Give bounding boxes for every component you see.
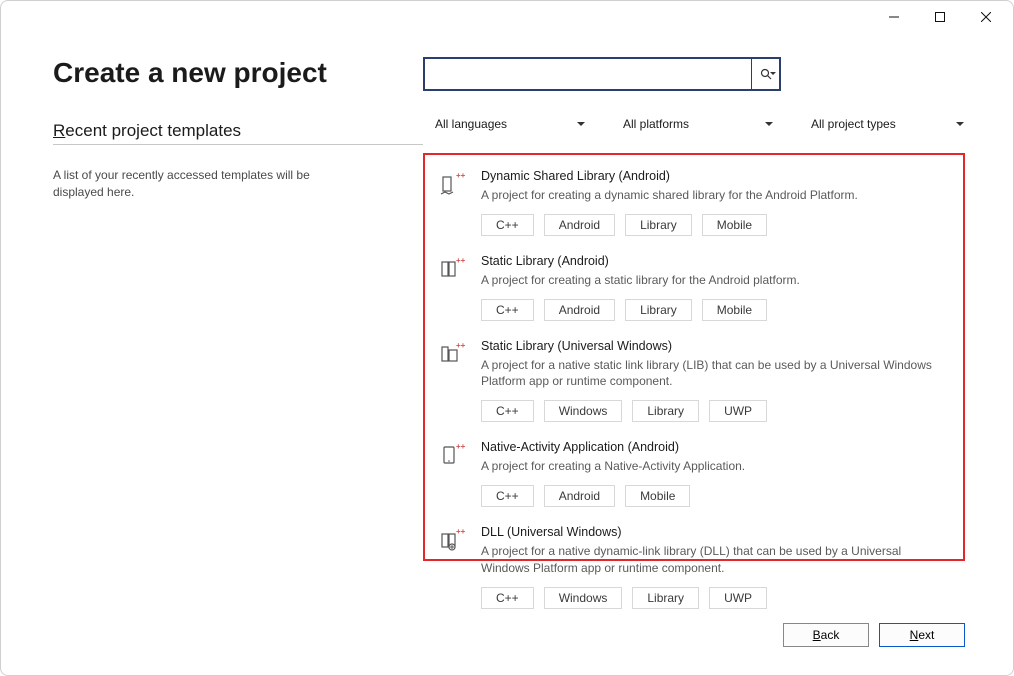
filter-platforms-label: All platforms	[623, 117, 689, 131]
chevron-down-icon	[956, 122, 964, 126]
minimize-icon	[889, 12, 899, 22]
native-app-icon: ++	[439, 440, 467, 513]
close-icon	[981, 12, 991, 22]
template-tag: C++	[481, 400, 534, 422]
template-description: A project for creating a static library …	[481, 272, 953, 289]
template-tag: Android	[544, 299, 615, 321]
filter-types-label: All project types	[811, 117, 896, 131]
template-tag: Library	[625, 214, 692, 236]
template-description: A project for a native dynamic-link libr…	[481, 543, 953, 577]
template-body: DLL (Universal Windows) A project for a n…	[481, 525, 953, 615]
titlebar	[1, 1, 1013, 33]
filter-project-types[interactable]: All project types	[811, 113, 964, 135]
template-tag: Library	[632, 587, 699, 609]
template-tags: C++ Android Library Mobile	[481, 214, 953, 236]
filter-languages[interactable]: All languages	[435, 113, 585, 135]
template-title: Static Library (Universal Windows)	[481, 339, 953, 353]
search-box	[423, 57, 781, 91]
maximize-icon	[935, 12, 945, 22]
template-tag: Library	[632, 400, 699, 422]
template-tags: C++ Android Mobile	[481, 485, 953, 507]
svg-text:++: ++	[456, 256, 466, 265]
template-description: A project for creating a dynamic shared …	[481, 187, 953, 204]
search-icon	[760, 68, 772, 80]
template-tag: UWP	[709, 587, 767, 609]
template-title: Native-Activity Application (Android)	[481, 440, 953, 454]
filter-languages-label: All languages	[435, 117, 507, 131]
chevron-down-icon	[577, 122, 585, 126]
template-tag: C++	[481, 587, 534, 609]
svg-text:++: ++	[456, 341, 466, 350]
template-tag: Mobile	[702, 214, 767, 236]
template-tags: C++ Android Library Mobile	[481, 299, 953, 321]
chevron-down-icon	[765, 122, 773, 126]
svg-text:++: ++	[456, 527, 466, 536]
template-title: Static Library (Android)	[481, 254, 953, 268]
template-item[interactable]: ++ Native-Activity Application (Android)…	[439, 436, 953, 517]
template-tag: Mobile	[625, 485, 690, 507]
template-title: Dynamic Shared Library (Android)	[481, 169, 953, 183]
template-tag: Mobile	[702, 299, 767, 321]
template-description: A project for creating a Native-Activity…	[481, 458, 953, 475]
template-tag: C++	[481, 299, 534, 321]
template-tag: C++	[481, 485, 534, 507]
template-body: Static Library (Universal Windows) A proj…	[481, 339, 953, 429]
filter-platforms[interactable]: All platforms	[623, 113, 773, 135]
dialog-window: Create a new project Recent project temp…	[0, 0, 1014, 676]
next-button[interactable]: Next	[879, 623, 965, 647]
recent-templates-description: A list of your recently accessed templat…	[53, 167, 333, 202]
dll-uwp-icon: ++	[439, 525, 467, 615]
page-title: Create a new project	[53, 57, 423, 89]
svg-text:++: ++	[456, 442, 466, 451]
lib-uwp-icon: ++	[439, 339, 467, 429]
template-description: A project for a native static link libra…	[481, 357, 953, 391]
template-body: Static Library (Android) A project for cr…	[481, 254, 953, 327]
template-body: Native-Activity Application (Android) A p…	[481, 440, 953, 513]
template-tag: Windows	[544, 587, 623, 609]
template-tags: C++ Windows Library UWP	[481, 400, 953, 422]
lib-share-icon: ++	[439, 169, 467, 242]
lib-static-icon: ++	[439, 254, 467, 327]
template-tag: UWP	[709, 400, 767, 422]
recent-templates-header: Recent project templates	[53, 121, 423, 145]
search-dropdown-button[interactable]	[751, 59, 779, 89]
template-item[interactable]: ++ Static Library (Universal Windows) A p…	[439, 335, 953, 433]
template-tag: Library	[625, 299, 692, 321]
template-title: DLL (Universal Windows)	[481, 525, 953, 539]
back-button[interactable]: Back	[783, 623, 869, 647]
close-button[interactable]	[963, 2, 1009, 32]
template-item[interactable]: ++ DLL (Universal Windows) A project for …	[439, 521, 953, 619]
minimize-button[interactable]	[871, 2, 917, 32]
template-tags: C++ Windows Library UWP	[481, 587, 953, 609]
maximize-button[interactable]	[917, 2, 963, 32]
search-input[interactable]	[425, 59, 751, 89]
template-tag: Android	[544, 214, 615, 236]
template-item[interactable]: ++ Dynamic Shared Library (Android) A pro…	[439, 165, 953, 246]
template-item[interactable]: ++ Static Library (Android) A project for…	[439, 250, 953, 331]
template-tag: Windows	[544, 400, 623, 422]
templates-list: ++ Dynamic Shared Library (Android) A pro…	[423, 153, 965, 561]
template-tag: C++	[481, 214, 534, 236]
template-tag: Android	[544, 485, 615, 507]
svg-text:++: ++	[456, 171, 466, 180]
template-body: Dynamic Shared Library (Android) A projec…	[481, 169, 953, 242]
